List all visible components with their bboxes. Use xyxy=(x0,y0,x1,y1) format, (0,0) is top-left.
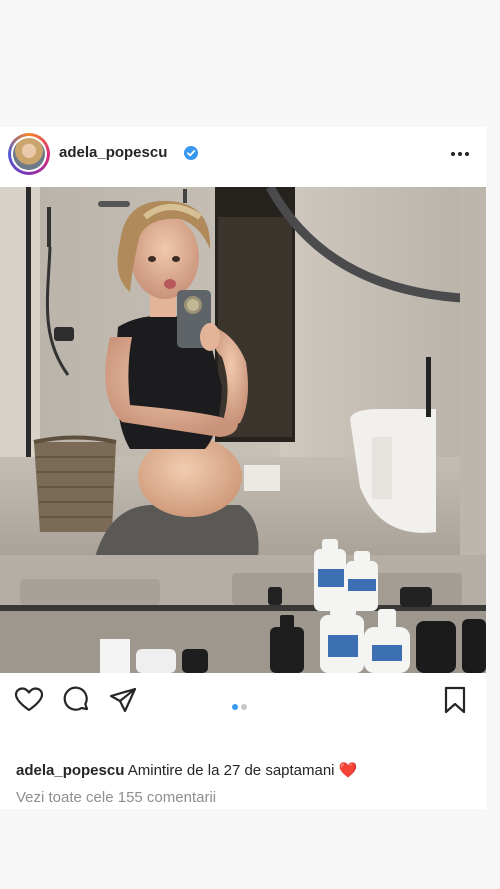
more-options-icon[interactable] xyxy=(450,144,470,164)
post-header: adela_popescu xyxy=(0,127,486,185)
post-username[interactable]: adela_popescu xyxy=(59,144,167,161)
post-photo[interactable] xyxy=(0,187,486,673)
avatar[interactable] xyxy=(8,133,50,175)
carousel-indicator xyxy=(232,697,250,715)
bookmark-icon[interactable] xyxy=(440,685,470,715)
heart-emoji: ❤️ xyxy=(338,762,358,779)
caption-text: Amintire de la 27 de saptamani xyxy=(127,762,335,779)
post-card: adela_popescu adela_popescu Amintire de … xyxy=(0,127,486,809)
avatar-ring xyxy=(11,136,47,172)
carousel-dot xyxy=(241,704,247,710)
caption-username[interactable]: adela_popescu xyxy=(16,762,124,779)
verified-badge-icon xyxy=(184,146,198,160)
action-bar xyxy=(0,683,486,723)
avatar-photo xyxy=(13,138,45,170)
comment-bubble-icon[interactable] xyxy=(61,685,91,715)
carousel-dot-active xyxy=(232,704,238,710)
heart-icon[interactable] xyxy=(14,685,44,715)
post-caption: adela_popescu Amintire de la 27 de sapta… xyxy=(16,761,357,779)
post-photo-image xyxy=(0,187,486,673)
paper-plane-icon[interactable] xyxy=(108,685,138,715)
view-comments-link[interactable]: Vezi toate cele 155 comentarii xyxy=(16,789,216,806)
